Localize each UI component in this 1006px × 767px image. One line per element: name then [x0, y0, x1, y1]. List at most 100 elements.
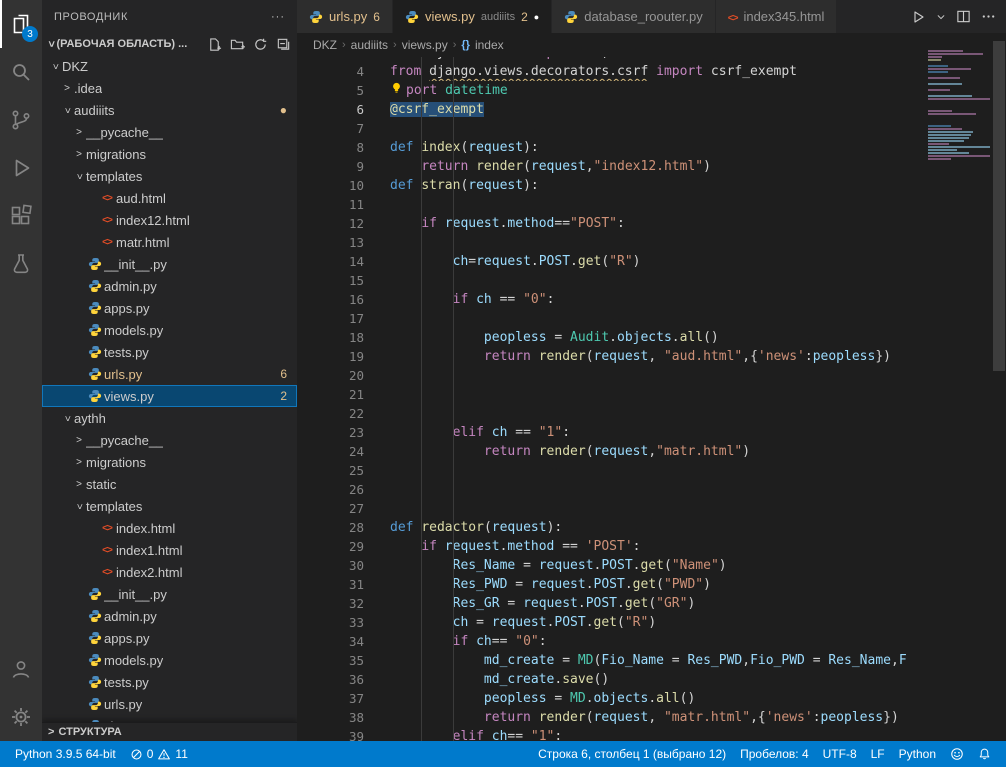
tree-item-tests.py[interactable]: tests.py	[42, 341, 297, 363]
activity-item-explorer[interactable]: 3	[0, 0, 42, 48]
activity-item-search[interactable]	[0, 48, 42, 96]
line-number[interactable]: 21	[297, 385, 390, 404]
problems-item[interactable]: 0 11	[123, 741, 195, 767]
activity-item-extensions[interactable]	[0, 192, 42, 240]
cursor-position-item[interactable]: Строка 6, столбец 1 (выбрано 12)	[531, 741, 733, 767]
dirty-indicator[interactable]: ●	[534, 12, 539, 22]
tree-item-__pycache__[interactable]: ˃__pycache__	[42, 429, 297, 451]
line-number[interactable]: 31	[297, 575, 390, 594]
notifications-bell-icon[interactable]	[971, 741, 998, 767]
line-number[interactable]: 12	[297, 214, 390, 233]
code-line[interactable]: 29 if request.method == 'POST':	[297, 537, 992, 556]
tree-item-__init__.py[interactable]: __init__.py	[42, 583, 297, 605]
new-folder-icon[interactable]	[230, 37, 245, 52]
breadcrumb-item[interactable]: index	[475, 38, 504, 52]
code-line[interactable]: 35 md_create = MD(Fio_Name = Res_PWD,Fio…	[297, 651, 992, 670]
code-line[interactable]: 37 peopless = MD.objects.all()	[297, 689, 992, 708]
line-number[interactable]: 5	[297, 81, 390, 100]
code-line[interactable]: 8def index(request):	[297, 138, 992, 157]
line-number[interactable]: 10	[297, 176, 390, 195]
tree-item-aud.html[interactable]: <>aud.html	[42, 187, 297, 209]
lightbulb-icon[interactable]	[390, 81, 406, 94]
activity-item-run-debug[interactable]	[0, 144, 42, 192]
line-number[interactable]: 4	[297, 62, 390, 81]
line-number[interactable]: 18	[297, 328, 390, 347]
line-number[interactable]: 25	[297, 461, 390, 480]
line-number[interactable]: 11	[297, 195, 390, 214]
line-number[interactable]: 24	[297, 442, 390, 461]
feedback-smiley-icon[interactable]	[943, 741, 971, 767]
code-line[interactable]: 12 if request.method=="POST":	[297, 214, 992, 233]
tree-item-static[interactable]: ˃static	[42, 473, 297, 495]
run-python-file-button[interactable]	[910, 9, 926, 25]
tree-item-urls.py[interactable]: urls.py	[42, 693, 297, 715]
code-line[interactable]: 14 ch=request.POST.get("R")	[297, 252, 992, 271]
line-number[interactable]: 33	[297, 613, 390, 632]
new-file-icon[interactable]	[207, 37, 222, 52]
vertical-scrollbar[interactable]	[992, 33, 1006, 741]
outline-section-header[interactable]: ˃ СТРУКТУРА	[42, 722, 297, 741]
minimap[interactable]	[928, 50, 992, 741]
line-number[interactable]: 32	[297, 594, 390, 613]
code-line[interactable]: 5port datetime	[297, 81, 992, 100]
tree-item-apps.py[interactable]: apps.py	[42, 297, 297, 319]
line-number[interactable]: 27	[297, 499, 390, 518]
line-number[interactable]: 8	[297, 138, 390, 157]
code-line[interactable]: 16 if ch == "0":	[297, 290, 992, 309]
activity-item-account[interactable]	[0, 645, 42, 693]
tree-item-urls.py[interactable]: urls.py6	[42, 363, 297, 385]
line-number[interactable]: 30	[297, 556, 390, 575]
code-line[interactable]: 21	[297, 385, 992, 404]
line-number[interactable]: 29	[297, 537, 390, 556]
tree-item-templates[interactable]: ˃templates	[42, 495, 297, 517]
indentation-item[interactable]: Пробелов: 4	[733, 741, 816, 767]
tree-item-views.py[interactable]: views.py	[42, 715, 297, 722]
code-line[interactable]: 32 Res_GR = request.POST.get("GR")	[297, 594, 992, 613]
line-number[interactable]: 28	[297, 518, 390, 537]
tree-item-migrations[interactable]: ˃migrations	[42, 143, 297, 165]
tree-item-aythh[interactable]: ˃aythh	[42, 407, 297, 429]
python-interpreter-item[interactable]: Python 3.9.5 64-bit	[8, 741, 123, 767]
code-line[interactable]: 24 return render(request,"matr.html")	[297, 442, 992, 461]
code-line[interactable]: 34 if ch== "0":	[297, 632, 992, 651]
line-number[interactable]: 26	[297, 480, 390, 499]
code-line[interactable]: 30 Res_Name = request.POST.get("Name")	[297, 556, 992, 575]
breadcrumb-item[interactable]: audiiits	[351, 38, 388, 52]
code-line[interactable]: 22	[297, 404, 992, 423]
split-editor-icon[interactable]	[956, 9, 971, 24]
line-number[interactable]: 34	[297, 632, 390, 651]
line-number[interactable]: 22	[297, 404, 390, 423]
encoding-item[interactable]: UTF-8	[816, 741, 864, 767]
tree-item-index12.html[interactable]: <>index12.html	[42, 209, 297, 231]
code-line[interactable]: 6@csrf_exempt	[297, 100, 992, 119]
breadcrumb-item[interactable]: DKZ	[313, 38, 337, 52]
workspace-section-header[interactable]: ˃ (РАБОЧАЯ ОБЛАСТЬ) ...	[42, 33, 297, 55]
activity-item-testing[interactable]	[0, 240, 42, 288]
tree-item-DKZ[interactable]: ˃DKZ	[42, 55, 297, 77]
tree-item-admin.py[interactable]: admin.py	[42, 275, 297, 297]
line-number[interactable]: 14	[297, 252, 390, 271]
code-line[interactable]: 15	[297, 271, 992, 290]
run-dropdown-icon[interactable]	[936, 12, 946, 22]
code-line[interactable]: 19 return render(request, "aud.html",{'n…	[297, 347, 992, 366]
tree-item-views.py[interactable]: views.py2	[42, 385, 297, 407]
activity-item-source-control[interactable]	[0, 96, 42, 144]
line-number[interactable]: 36	[297, 670, 390, 689]
code-line[interactable]: 28def redactor(request):	[297, 518, 992, 537]
line-number[interactable]: 7	[297, 119, 390, 138]
code-line[interactable]: 39 elif ch== "1":	[297, 727, 992, 741]
code-line[interactable]: 18 peopless = Audit.objects.all()	[297, 328, 992, 347]
activity-item-settings[interactable]	[0, 693, 42, 741]
tab-database_roouter.py[interactable]: database_roouter.py	[552, 0, 716, 33]
line-number[interactable]: 39	[297, 727, 390, 741]
more-actions-icon[interactable]	[981, 9, 996, 24]
refresh-icon[interactable]	[253, 37, 268, 52]
line-number[interactable]: 6	[297, 100, 390, 119]
code-line[interactable]: 36 md_create.save()	[297, 670, 992, 689]
tree-item-index1.html[interactable]: <>index1.html	[42, 539, 297, 561]
line-number[interactable]: 20	[297, 366, 390, 385]
collapse-all-icon[interactable]	[276, 37, 291, 52]
line-number[interactable]: 37	[297, 689, 390, 708]
tree-item-tests.py[interactable]: tests.py	[42, 671, 297, 693]
code-line[interactable]: 17	[297, 309, 992, 328]
